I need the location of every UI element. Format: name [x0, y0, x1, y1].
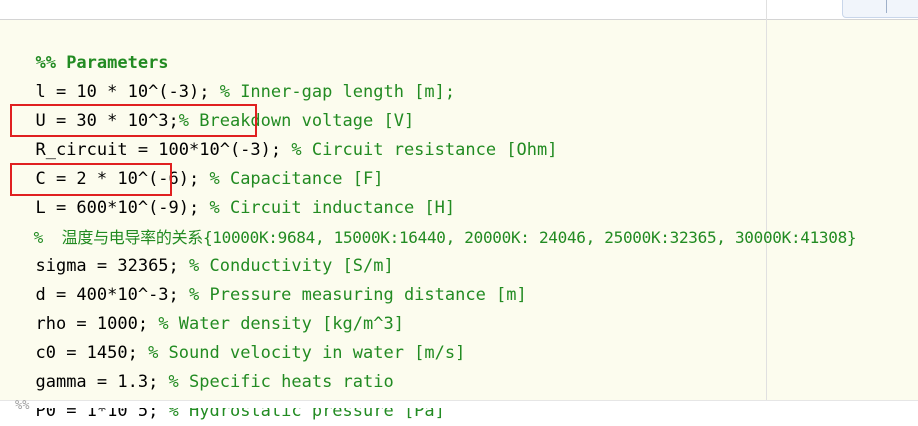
- code-line[interactable]: rho = 1000; % Water density [kg/m^3]: [15, 281, 403, 334]
- code-line[interactable]: sigma = 32365; % Conductivity [S/m]: [15, 223, 393, 276]
- next-section-marker: %%: [15, 398, 30, 412]
- code-line[interactable]: P0 = 1*10^5; % Hydrostatic pressure [Pa]: [15, 368, 444, 421]
- comment-line[interactable]: % 温度与电导率的关系{10000K:9684, 15000K:16440, 2…: [15, 194, 857, 247]
- highlight-box-inductance: [10, 163, 172, 196]
- code-line[interactable]: gamma = 1.3; % Specific heats ratio: [15, 339, 393, 392]
- code-line[interactable]: c0 = 1450; % Sound velocity in water [m/…: [15, 310, 465, 363]
- section-toolbar-widget[interactable]: [842, 0, 918, 18]
- highlight-box-r-circuit: [10, 104, 257, 137]
- toolbar-separator: [886, 0, 887, 13]
- code-line[interactable]: d = 400*10^-3; % Pressure measuring dist…: [15, 252, 526, 305]
- code-line[interactable]: C = 2 * 10^(-6); % Capacitance [F]: [15, 136, 383, 189]
- section-header-line[interactable]: %% Parameters: [15, 20, 168, 73]
- code-line[interactable]: l = 10 * 10^(-3); % Inner-gap length [m]…: [15, 49, 455, 102]
- editor-top-bar: [0, 0, 918, 20]
- code-line[interactable]: U = 30 * 10^3;% Breakdown voltage [V]: [15, 78, 414, 131]
